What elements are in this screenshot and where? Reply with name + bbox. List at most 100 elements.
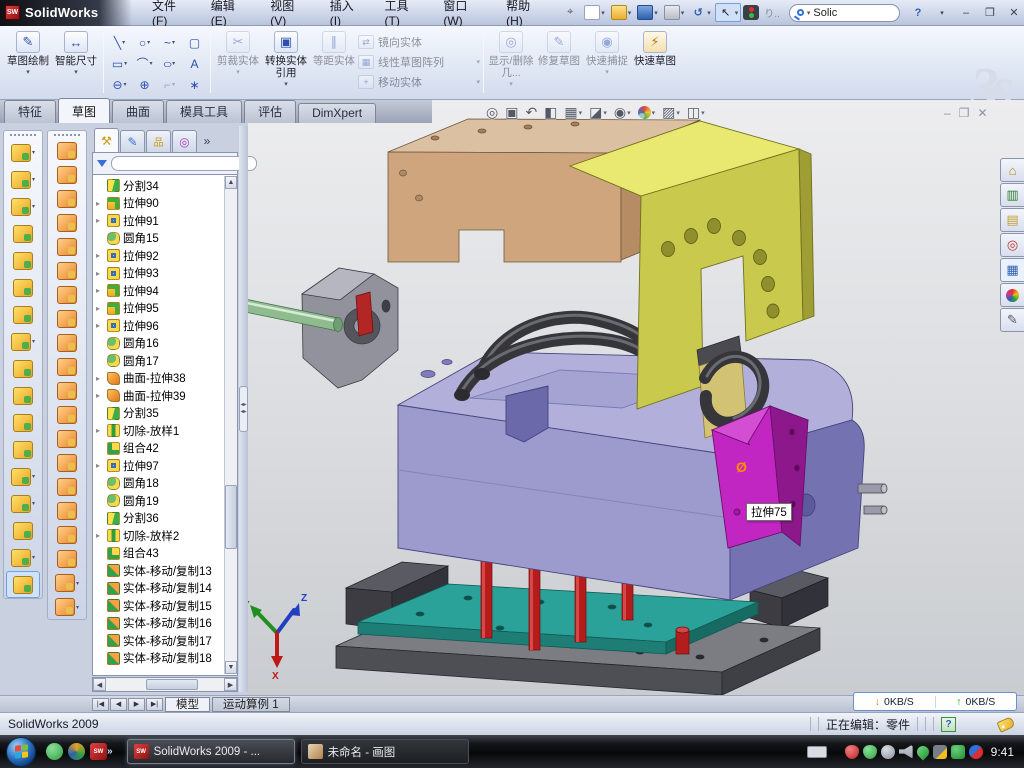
dropdown-arrow-icon[interactable]: ▾ bbox=[236, 68, 240, 76]
dropdown-arrow-icon[interactable]: ▾ bbox=[701, 109, 705, 117]
previous-view-icon[interactable]: ↶ ▾ bbox=[525, 104, 537, 121]
dropdown-arrow-icon[interactable]: ▾ bbox=[150, 60, 153, 67]
dropdown-arrow-icon[interactable]: ▾ bbox=[603, 109, 607, 117]
apply-scene-icon[interactable]: ▨ ▾ bbox=[662, 104, 680, 121]
zoom-fit-icon[interactable]: ◎ ▾ bbox=[486, 104, 498, 121]
expand-arrow-icon[interactable]: ▸ bbox=[96, 461, 104, 470]
feature-tree-item[interactable]: ▸ 圆角17 bbox=[93, 352, 237, 370]
display-delete-relations-button[interactable]: ◎ 显示/删除几... ▾ bbox=[487, 29, 535, 88]
rebuild-button[interactable] bbox=[741, 4, 761, 21]
hide-show-items-icon[interactable]: ◉ ▾ bbox=[614, 104, 631, 121]
tab-sketch[interactable]: 草图 bbox=[58, 98, 110, 123]
scroll-down-icon[interactable]: ▼ bbox=[225, 661, 237, 674]
extruded-boss-icon[interactable]: ▾ bbox=[4, 139, 42, 166]
display-style-icon[interactable]: ◪ ▾ bbox=[589, 104, 607, 121]
dropdown-arrow-icon[interactable]: ▾ bbox=[476, 78, 480, 86]
lofted-surface-icon[interactable]: ▾ bbox=[48, 211, 86, 235]
prev-tab-button[interactable]: ◀ bbox=[110, 698, 127, 711]
revolved-surface-icon[interactable]: ▾ bbox=[48, 163, 86, 187]
arc-icon[interactable]: ⌒ ▾ bbox=[132, 53, 157, 74]
feature-tree-item[interactable]: ▸ 切除-放样2 bbox=[93, 527, 237, 545]
minimize-button[interactable]: – bbox=[956, 4, 976, 21]
appearances-icon[interactable]: ● bbox=[1000, 283, 1024, 307]
search-dropdown-icon[interactable]: ▾ bbox=[807, 9, 811, 17]
feature-tree-item[interactable]: ▸ 实体-移动/复制15 bbox=[93, 597, 237, 615]
tree-vertical-scrollbar[interactable]: ▲ ▼ bbox=[224, 176, 237, 674]
extruded-cut-icon[interactable]: ▾ bbox=[4, 166, 42, 193]
linear-pattern-icon[interactable]: ▾ bbox=[4, 328, 42, 355]
expand-arrow-icon[interactable]: ▸ bbox=[96, 251, 104, 260]
feature-tree-item[interactable]: ▸ 拉伸90 bbox=[93, 195, 237, 213]
feature-tree-item[interactable]: ▸ 圆角15 bbox=[93, 230, 237, 248]
propertymanager-tab[interactable]: ✎ bbox=[120, 130, 145, 152]
feature-tree-item[interactable]: ▸ 圆角16 bbox=[93, 335, 237, 353]
feature-tree-item[interactable]: ▸ 拉伸93 bbox=[93, 265, 237, 283]
feature-tree-item[interactable]: ▸ 拉伸91 bbox=[93, 212, 237, 230]
dropdown-arrow-icon[interactable]: ▾ bbox=[124, 60, 127, 67]
next-tab-button[interactable]: ▶ bbox=[128, 698, 145, 711]
select-icon[interactable]: ↖ ▾ bbox=[715, 3, 742, 22]
sketch-fillet-icon[interactable]: ⌐ ▾ bbox=[157, 74, 182, 95]
expand-arrow-icon[interactable]: ▸ bbox=[96, 304, 104, 313]
network-warning-icon[interactable] bbox=[933, 745, 947, 759]
configurationmanager-tab[interactable]: 品 bbox=[146, 130, 171, 152]
reference-triad[interactable]: Y Z X bbox=[248, 593, 307, 682]
part-gray-clamp[interactable] bbox=[302, 268, 398, 388]
security-shield-icon[interactable] bbox=[863, 745, 877, 759]
feature-tree-item[interactable]: ▸ 拉伸96 bbox=[93, 317, 237, 335]
dropdown-arrow-icon[interactable]: ▾ bbox=[681, 9, 685, 17]
task-paint[interactable]: 未命名 - 画图 bbox=[301, 739, 469, 764]
part-magenta-block[interactable]: Ø bbox=[712, 406, 808, 548]
expand-arrow-icon[interactable]: ▸ bbox=[96, 374, 104, 383]
boundary-boss-icon[interactable]: ▾ bbox=[4, 274, 42, 301]
feature-tree-item[interactable]: ▸ 圆角18 bbox=[93, 475, 237, 493]
feature-tree-item[interactable]: ▸ 圆角19 bbox=[93, 492, 237, 510]
trim-surface-icon[interactable]: ▾ bbox=[48, 475, 86, 499]
save-icon[interactable]: ▾ bbox=[635, 4, 660, 21]
feature-tree-item[interactable]: ▸ 实体-移动/复制18 bbox=[93, 650, 237, 668]
dropdown-arrow-icon[interactable]: ▾ bbox=[76, 604, 79, 611]
expand-arrow-icon[interactable]: ▸ bbox=[96, 426, 104, 435]
scroll-right-icon[interactable]: ▶ bbox=[224, 678, 237, 691]
rapid-sketch-button[interactable]: ⚡ 快速草图 ▾ bbox=[631, 29, 679, 88]
scrollbar-thumb[interactable] bbox=[146, 679, 198, 690]
instant3d-icon[interactable]: ▾ bbox=[6, 571, 40, 598]
dropdown-arrow-icon[interactable]: ▾ bbox=[32, 203, 35, 210]
polygon-icon[interactable]: ⊕ ▾ bbox=[132, 74, 157, 95]
feature-tree-item[interactable]: ▸ 实体-移动/复制14 bbox=[93, 580, 237, 598]
radiate-surface-icon[interactable]: ▾ bbox=[48, 331, 86, 355]
select-region-icon[interactable]: ▢ ▾ bbox=[182, 32, 207, 53]
convert-entities-button[interactable]: ▣ 转换实体引用 ▾ bbox=[262, 29, 310, 88]
undo-icon[interactable]: ↺ ▾ bbox=[688, 4, 713, 21]
sync-status-icon[interactable] bbox=[969, 745, 983, 759]
print-icon[interactable]: ▾ bbox=[662, 4, 687, 21]
rectangle-icon[interactable]: ▭ ▾ bbox=[107, 53, 132, 74]
surface-fillet-icon[interactable]: ▾ bbox=[48, 523, 86, 547]
dropdown-arrow-icon[interactable]: ▾ bbox=[74, 68, 78, 76]
feature-tree-item[interactable]: ▸ 拉伸94 bbox=[93, 282, 237, 300]
tree-horizontal-scrollbar[interactable]: ◀ ▶ bbox=[92, 677, 238, 692]
doc-close-button[interactable]: ✕ bbox=[977, 106, 987, 120]
spline-tool-icon[interactable]: ▾ bbox=[4, 544, 42, 571]
expand-arrow-icon[interactable]: ▸ bbox=[96, 286, 104, 295]
point-icon[interactable]: ∗ ▾ bbox=[182, 74, 207, 95]
replace-face-icon[interactable]: ▾ bbox=[48, 499, 86, 523]
mirror-entities-button[interactable]: ⇄ 镜向实体 ▾ bbox=[358, 33, 480, 51]
offset-surface-icon[interactable]: ▾ bbox=[48, 307, 86, 331]
dropdown-arrow-icon[interactable]: ▾ bbox=[654, 9, 658, 17]
quick-tips-button[interactable]: ? bbox=[941, 717, 956, 732]
view-orientation-icon[interactable]: ▦ ▾ bbox=[564, 104, 582, 121]
dropdown-arrow-icon[interactable]: ▾ bbox=[707, 9, 711, 17]
last-tab-button[interactable]: ▶| bbox=[146, 698, 163, 711]
app-icon[interactable] bbox=[68, 743, 85, 760]
model-tab[interactable]: 模型 bbox=[165, 697, 210, 712]
edit-appearance-icon[interactable]: ● ▾ bbox=[638, 106, 656, 119]
move-copy-bodies-icon[interactable]: ▾ bbox=[4, 436, 42, 463]
search-box[interactable]: ▾ Solic bbox=[789, 4, 900, 22]
tree-filter-input[interactable] bbox=[111, 156, 257, 171]
feature-tree-item[interactable]: ▸ 分割34 bbox=[93, 177, 237, 195]
tab-mold-tools[interactable]: 模具工具 bbox=[166, 100, 242, 123]
feature-tree-item[interactable]: ▸ 分割36 bbox=[93, 510, 237, 528]
spline-icon[interactable]: ~ ▾ bbox=[157, 32, 182, 53]
slot-icon[interactable]: ⊖ ▾ bbox=[107, 74, 132, 95]
